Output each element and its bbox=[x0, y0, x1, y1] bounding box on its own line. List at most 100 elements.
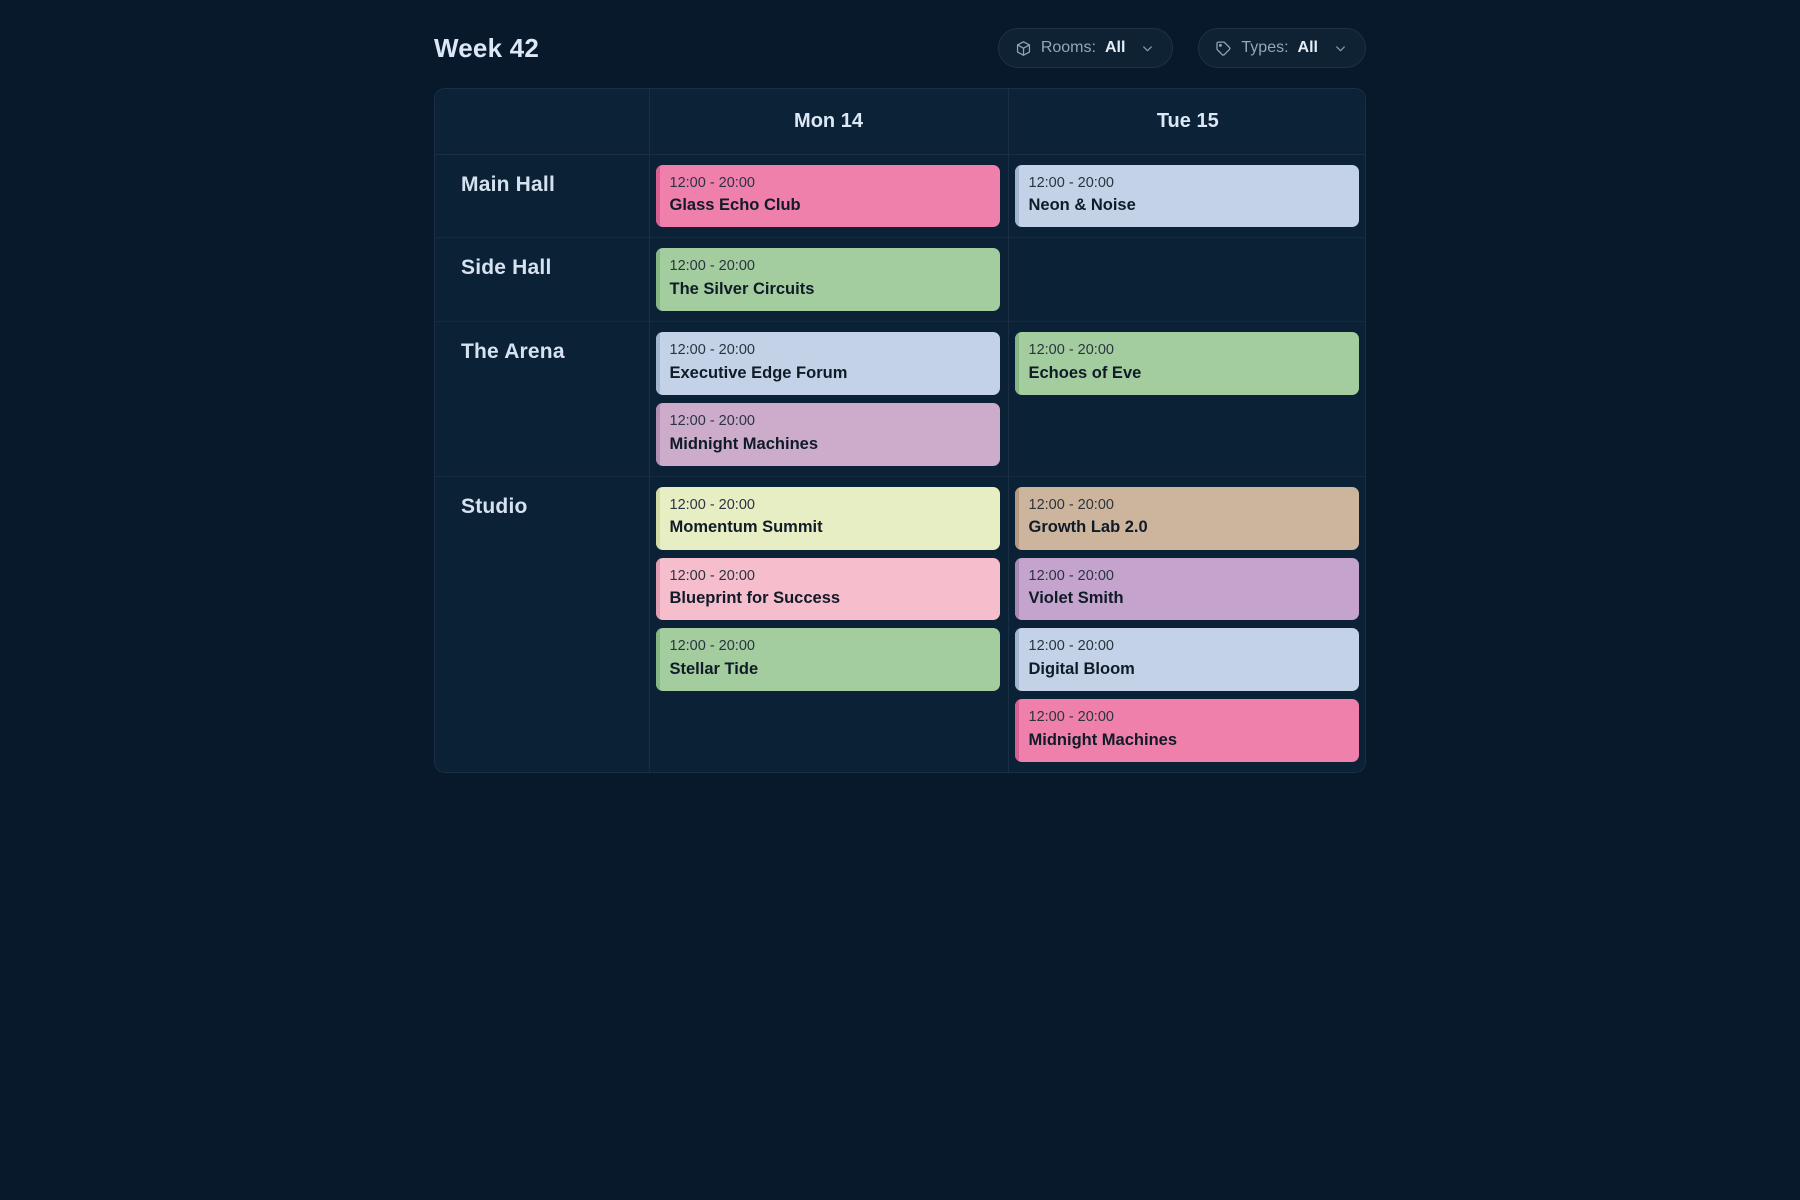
room-name: Studio bbox=[461, 494, 528, 518]
event-card[interactable]: 12:00 - 20:00 Glass Echo Club bbox=[655, 164, 1000, 228]
event-list: 12:00 - 20:00 Glass Echo Club bbox=[655, 164, 1000, 228]
day-cell-inner: 12:00 - 20:00 Growth Lab 2.0 12:00 - 20:00… bbox=[1009, 477, 1366, 772]
schedule-row: Studio 12:00 - 20:00 Momentum Summit 12:00 … bbox=[435, 475, 1366, 773]
event-accent-bar bbox=[655, 402, 660, 466]
event-card[interactable]: 12:00 - 20:00 Momentum Summit bbox=[655, 486, 1000, 550]
event-time: 12:00 - 20:00 bbox=[1028, 638, 1114, 655]
chevron-down-icon[interactable] bbox=[1332, 40, 1348, 56]
event-time: 12:00 - 20:00 bbox=[1028, 496, 1114, 513]
schedule-header-row: Mon 14 Tue 15 bbox=[435, 89, 1365, 155]
day-cell-inner: 12:00 - 20:00 Echoes of Eve bbox=[1009, 322, 1366, 405]
event-accent-bar bbox=[1014, 164, 1019, 228]
event-list: 12:00 - 20:00 Momentum Summit 12:00 - 20:0… bbox=[655, 486, 1000, 692]
rooms-filter-label: Rooms: bbox=[1040, 39, 1096, 56]
types-filter-button[interactable]: Types: All bbox=[1198, 28, 1366, 68]
event-time: 12:00 - 20:00 bbox=[1028, 709, 1114, 726]
tag-icon bbox=[1215, 40, 1232, 57]
event-title: Growth Lab 2.0 bbox=[1028, 518, 1148, 537]
event-title: Executive Edge Forum bbox=[669, 363, 848, 382]
schedule-row: The Arena 12:00 - 20:00 Executive Edge For… bbox=[435, 321, 1366, 477]
event-time: 12:00 - 20:00 bbox=[1028, 174, 1114, 191]
day-cell: 12:00 - 20:00 Growth Lab 2.0 12:00 - 20:00… bbox=[1008, 475, 1366, 773]
room-label-wrap: Main Hall bbox=[435, 155, 649, 215]
event-time: 12:00 - 20:00 bbox=[669, 258, 755, 275]
event-card[interactable]: 12:00 - 20:00 Growth Lab 2.0 bbox=[1014, 486, 1359, 550]
day-column-header: Tue 15 bbox=[1008, 89, 1365, 155]
room-cell: Main Hall bbox=[435, 154, 650, 238]
event-title: Midnight Machines bbox=[669, 434, 819, 453]
day-cell bbox=[1008, 237, 1366, 322]
empty-slot bbox=[1015, 248, 1360, 249]
rooms-filter-value: All bbox=[1104, 39, 1126, 56]
event-time: 12:00 - 20:00 bbox=[1028, 342, 1114, 359]
event-title: Momentum Summit bbox=[669, 518, 823, 537]
schedule-panel: Mon 14 Tue 15 Main Hall 12:00 - 20:00 Glas… bbox=[434, 88, 1366, 774]
room-cell: The Arena bbox=[435, 321, 650, 477]
day-cell: 12:00 - 20:00 Momentum Summit 12:00 - 20:0… bbox=[649, 475, 1009, 773]
event-accent-bar bbox=[655, 164, 660, 228]
event-time: 12:00 - 20:00 bbox=[669, 567, 755, 584]
rooms-filter-button[interactable]: Rooms: All bbox=[997, 28, 1174, 68]
corner-cell bbox=[435, 89, 650, 155]
event-accent-bar bbox=[655, 628, 660, 692]
day-cell-inner: 12:00 - 20:00 Momentum Summit 12:00 - 20:0… bbox=[650, 477, 1008, 701]
event-title: The Silver Circuits bbox=[669, 279, 815, 298]
event-accent-bar bbox=[655, 248, 660, 312]
room-name: The Arena bbox=[461, 340, 565, 364]
event-card[interactable]: 12:00 - 20:00 Blueprint for Success bbox=[655, 557, 1000, 621]
day-cell-inner bbox=[1009, 238, 1366, 259]
event-title: Blueprint for Success bbox=[669, 589, 841, 608]
event-card[interactable]: 12:00 - 20:00 Stellar Tide bbox=[655, 628, 1000, 692]
cube-icon bbox=[1015, 40, 1032, 57]
event-card[interactable]: 12:00 - 20:00 Midnight Machines bbox=[655, 402, 1000, 466]
schedule-table: Mon 14 Tue 15 Main Hall 12:00 - 20:00 Glas… bbox=[435, 89, 1366, 773]
room-label-wrap: Studio bbox=[435, 477, 649, 537]
schedule-row: Main Hall 12:00 - 20:00 Glass Echo Club 12:… bbox=[435, 154, 1365, 238]
event-time: 12:00 - 20:00 bbox=[669, 496, 755, 513]
event-card[interactable]: 12:00 - 20:00 Executive Edge Forum bbox=[655, 332, 1000, 395]
event-accent-bar bbox=[1014, 628, 1019, 692]
event-card[interactable]: 12:00 - 20:00 Echoes of Eve bbox=[1014, 332, 1359, 395]
day-cell-inner: 12:00 - 20:00 Executive Edge Forum 12:00 -… bbox=[650, 322, 1008, 476]
day-cell-inner: 12:00 - 20:00 Glass Echo Club bbox=[650, 155, 1008, 238]
event-title: Midnight Machines bbox=[1028, 730, 1178, 749]
day-label: Mon 14 bbox=[794, 109, 863, 132]
day-label: Tue 15 bbox=[1156, 109, 1219, 132]
event-time: 12:00 - 20:00 bbox=[669, 638, 755, 655]
event-title: Neon & Noise bbox=[1028, 196, 1136, 215]
schedule-page: Week 42 Rooms: All Types: All Mon 14 Tue… bbox=[0, 0, 1800, 1200]
chevron-down-icon[interactable] bbox=[1139, 40, 1155, 56]
top-bar: Week 42 Rooms: All Types: All bbox=[434, 26, 1366, 70]
event-title: Echoes of Eve bbox=[1028, 363, 1142, 382]
event-card[interactable]: 12:00 - 20:00 Neon & Noise bbox=[1014, 164, 1359, 228]
event-list: 12:00 - 20:00 Neon & Noise bbox=[1014, 164, 1359, 228]
room-cell: Studio bbox=[435, 475, 650, 773]
types-filter-label: Types: bbox=[1241, 39, 1289, 56]
event-accent-bar bbox=[1014, 486, 1019, 550]
day-cell: 12:00 - 20:00 Echoes of Eve bbox=[1008, 321, 1366, 477]
event-card[interactable]: 12:00 - 20:00 Violet Smith bbox=[1014, 557, 1359, 621]
day-cell: 12:00 - 20:00 Executive Edge Forum 12:00 -… bbox=[649, 321, 1009, 477]
room-cell: Side Hall bbox=[435, 237, 650, 322]
event-title: Stellar Tide bbox=[669, 660, 759, 679]
event-accent-bar bbox=[1014, 332, 1019, 395]
day-cell: 12:00 - 20:00 Neon & Noise bbox=[1008, 154, 1365, 238]
event-card[interactable]: 12:00 - 20:00 Digital Bloom bbox=[1014, 628, 1359, 692]
schedule-body: Main Hall 12:00 - 20:00 Glass Echo Club 12:… bbox=[435, 154, 1366, 773]
event-card[interactable]: 12:00 - 20:00 Midnight Machines bbox=[1014, 699, 1359, 763]
event-card[interactable]: 12:00 - 20:00 The Silver Circuits bbox=[655, 248, 1000, 312]
room-label-wrap: Side Hall bbox=[435, 238, 649, 298]
day-column-header: Mon 14 bbox=[649, 89, 1009, 155]
event-time: 12:00 - 20:00 bbox=[669, 412, 755, 429]
event-title: Glass Echo Club bbox=[669, 196, 801, 215]
day-cell-inner: 12:00 - 20:00 The Silver Circuits bbox=[650, 238, 1008, 321]
event-accent-bar bbox=[655, 332, 660, 395]
schedule-row: Side Hall 12:00 - 20:00 The Silver Circuit… bbox=[435, 237, 1366, 322]
event-list: 12:00 - 20:00 Executive Edge Forum 12:00 -… bbox=[655, 332, 1000, 466]
event-accent-bar bbox=[1014, 699, 1019, 763]
event-list bbox=[1015, 248, 1360, 249]
event-list: 12:00 - 20:00 Echoes of Eve bbox=[1014, 332, 1359, 395]
event-accent-bar bbox=[655, 557, 660, 621]
event-title: Violet Smith bbox=[1028, 589, 1124, 608]
room-label-wrap: The Arena bbox=[435, 322, 649, 382]
